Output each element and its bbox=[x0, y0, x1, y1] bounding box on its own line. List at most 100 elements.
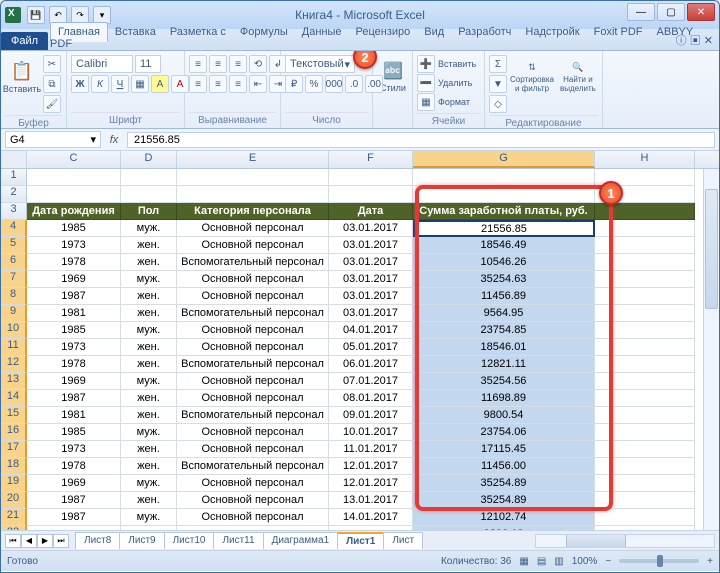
table-header-cell[interactable]: Сумма заработной платы, руб. bbox=[413, 203, 595, 220]
cell[interactable]: 10.01.2017 bbox=[329, 424, 413, 441]
cell[interactable]: 1985 bbox=[27, 220, 121, 237]
cell[interactable]: 12821.11 bbox=[413, 356, 595, 373]
cell[interactable]: 12102.74 bbox=[413, 509, 595, 526]
cell[interactable]: Вспомогательный персонал bbox=[177, 458, 329, 475]
cell[interactable] bbox=[177, 186, 329, 203]
cell[interactable] bbox=[595, 305, 695, 322]
row-header[interactable]: 20 bbox=[1, 492, 27, 509]
cell[interactable]: 23754.85 bbox=[413, 322, 595, 339]
cell[interactable]: 10546.26 bbox=[413, 254, 595, 271]
cell[interactable]: Основной персонал bbox=[177, 492, 329, 509]
cell[interactable]: муж. bbox=[121, 271, 177, 288]
italic-button[interactable]: К bbox=[91, 75, 109, 93]
help-icon[interactable]: ⓘ ▣ ✕ bbox=[676, 32, 713, 48]
cell[interactable]: 35254.56 bbox=[413, 373, 595, 390]
cell[interactable]: муж. bbox=[121, 509, 177, 526]
cell[interactable]: 18546.01 bbox=[413, 339, 595, 356]
underline-button[interactable]: Ч bbox=[111, 75, 129, 93]
row-header[interactable]: 13 bbox=[1, 373, 27, 390]
copy-icon[interactable]: ⧉ bbox=[43, 75, 61, 93]
cell[interactable]: 12.01.2017 bbox=[329, 475, 413, 492]
find-select-button[interactable]: 🔍 Найти и выделить bbox=[557, 55, 599, 99]
cell[interactable]: 06.01.2017 bbox=[329, 356, 413, 373]
sheet-tab[interactable]: Лист1 bbox=[337, 532, 384, 549]
formula-input[interactable]: 21556.85 bbox=[127, 132, 715, 148]
cell[interactable]: 11698.89 bbox=[413, 390, 595, 407]
cell[interactable]: 35254.89 bbox=[413, 475, 595, 492]
cell[interactable]: 17115.45 bbox=[413, 441, 595, 458]
sheet-tab[interactable]: Диаграмма1 bbox=[263, 532, 339, 549]
cell[interactable]: Вспомогательный персонал bbox=[177, 305, 329, 322]
cell[interactable] bbox=[595, 356, 695, 373]
cell[interactable]: муж. bbox=[121, 424, 177, 441]
cell[interactable] bbox=[595, 475, 695, 492]
cell[interactable]: 1978 bbox=[27, 356, 121, 373]
cell[interactable]: Основной персонал bbox=[177, 339, 329, 356]
cell[interactable]: 35254.89 bbox=[413, 492, 595, 509]
cell[interactable] bbox=[595, 526, 695, 531]
row-header[interactable]: 11 bbox=[1, 339, 27, 356]
row-header[interactable]: 19 bbox=[1, 475, 27, 492]
fill-color-icon[interactable]: A bbox=[151, 75, 169, 93]
ribbon-tab[interactable]: Данные bbox=[295, 23, 349, 41]
cell[interactable]: 03.01.2017 bbox=[329, 220, 413, 237]
table-header-cell[interactable]: Дата bbox=[329, 203, 413, 220]
row-header[interactable]: 4 bbox=[1, 220, 27, 237]
ribbon-tab[interactable]: Вставка bbox=[108, 23, 163, 41]
align-middle-icon[interactable]: ≡ bbox=[209, 55, 227, 73]
sheet-tab[interactable]: Лист10 bbox=[164, 532, 215, 549]
sort-filter-button[interactable]: ⇅ Сортировка и фильтр bbox=[509, 55, 555, 99]
cell[interactable]: жен. bbox=[121, 237, 177, 254]
cell[interactable]: Основной персонал bbox=[177, 424, 329, 441]
cell[interactable]: 1973 bbox=[27, 441, 121, 458]
cell[interactable]: 1987 bbox=[27, 509, 121, 526]
sheet-tab[interactable]: Лист bbox=[383, 532, 423, 549]
maximize-button[interactable]: ▢ bbox=[657, 3, 685, 21]
font-size-combo[interactable]: 11 bbox=[135, 55, 161, 73]
row-header[interactable]: 2 bbox=[1, 186, 27, 203]
select-all-corner[interactable] bbox=[1, 151, 27, 168]
ribbon-tab[interactable]: Разметка с bbox=[163, 23, 233, 41]
column-header[interactable]: G bbox=[413, 151, 595, 168]
align-bottom-icon[interactable]: ≡ bbox=[229, 55, 247, 73]
cell[interactable]: 1987 bbox=[27, 492, 121, 509]
sheet-tab[interactable]: Лист8 bbox=[75, 532, 120, 549]
align-right-icon[interactable]: ≡ bbox=[229, 75, 247, 93]
row-header[interactable]: 10 bbox=[1, 322, 27, 339]
tab-nav-first-icon[interactable]: ⏮ bbox=[5, 534, 21, 548]
table-header-cell[interactable]: Дата рождения bbox=[27, 203, 121, 220]
cell[interactable]: жен. bbox=[121, 339, 177, 356]
vertical-scrollbar[interactable] bbox=[703, 169, 719, 530]
row-header[interactable]: 22 bbox=[1, 526, 27, 531]
ribbon-tab[interactable]: Foxit PDF bbox=[587, 23, 650, 41]
row-header[interactable]: 3 bbox=[1, 203, 27, 220]
cell[interactable]: жен. bbox=[121, 441, 177, 458]
view-normal-icon[interactable]: ▦ bbox=[519, 556, 528, 567]
cell[interactable] bbox=[177, 169, 329, 186]
cell[interactable]: 03.01.2017 bbox=[329, 305, 413, 322]
cell[interactable]: жен. bbox=[121, 254, 177, 271]
cell[interactable]: жен. bbox=[121, 458, 177, 475]
paste-button[interactable]: 📋 Вставить bbox=[5, 55, 39, 99]
cell[interactable]: Основной персонал bbox=[177, 441, 329, 458]
row-header[interactable]: 21 bbox=[1, 509, 27, 526]
cell[interactable]: 12.01.2017 bbox=[329, 458, 413, 475]
cell[interactable] bbox=[27, 169, 121, 186]
bold-button[interactable]: Ж bbox=[71, 75, 89, 93]
cell[interactable]: 11456.00 bbox=[413, 458, 595, 475]
cell[interactable] bbox=[329, 526, 413, 531]
cell[interactable]: 1981 bbox=[27, 407, 121, 424]
ribbon-tab[interactable]: Надстройк bbox=[518, 23, 586, 41]
cell[interactable]: Основной персонал bbox=[177, 390, 329, 407]
view-pagebreak-icon[interactable]: ▥ bbox=[554, 556, 563, 567]
tab-nav-last-icon[interactable]: ⏭ bbox=[53, 534, 69, 548]
fill-icon[interactable]: ▼ bbox=[489, 75, 507, 93]
cell[interactable]: 07.01.2017 bbox=[329, 373, 413, 390]
cell[interactable] bbox=[595, 492, 695, 509]
cell[interactable] bbox=[595, 220, 695, 237]
format-icon[interactable]: ▦ bbox=[417, 93, 435, 111]
fx-icon[interactable]: fx bbox=[105, 134, 123, 146]
ribbon-tab[interactable]: Рецензиро bbox=[349, 23, 418, 41]
align-left-icon[interactable]: ≡ bbox=[189, 75, 207, 93]
row-header[interactable]: 1 bbox=[1, 169, 27, 186]
